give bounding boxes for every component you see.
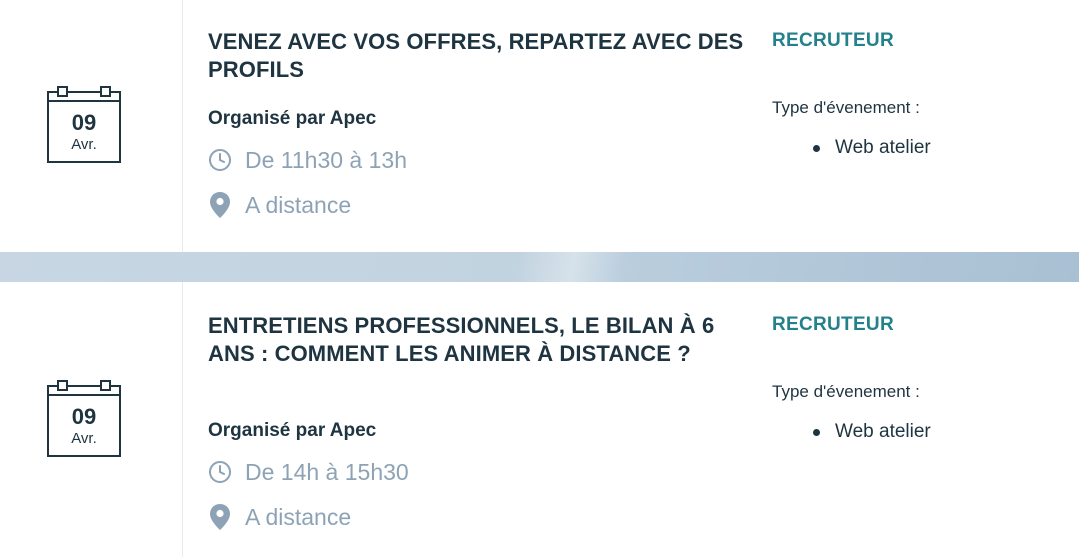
bullet-icon bbox=[813, 429, 820, 436]
event-title[interactable]: VENEZ AVEC VOS OFFRES, REPARTEZ AVEC DES… bbox=[208, 28, 758, 84]
event-location-text: A distance bbox=[245, 504, 352, 530]
event-time: De 14h à 15h30 bbox=[208, 458, 409, 486]
audience-tag: RECRUTEUR bbox=[772, 30, 894, 51]
event-month: Avr. bbox=[71, 430, 97, 447]
event-time-text: De 11h30 à 13h bbox=[245, 147, 407, 173]
event-organizer: Organisé par Apec bbox=[208, 420, 377, 441]
event-type-label: Type d'évenement : bbox=[772, 98, 920, 117]
event-title[interactable]: ENTRETIENS PROFESSIONNELS, LE BILAN À 6 … bbox=[208, 312, 758, 368]
calendar-date-badge: 09 Avr. bbox=[47, 86, 121, 163]
event-list: 09 Avr. VENEZ AVEC VOS OFFRES, REPARTEZ … bbox=[0, 0, 1079, 557]
event-date-column: 09 Avr. bbox=[0, 282, 183, 557]
clock-icon bbox=[208, 146, 232, 174]
event-month: Avr. bbox=[71, 136, 97, 153]
event-card[interactable]: 09 Avr. ENTRETIENS PROFESSIONNELS, LE BI… bbox=[0, 282, 1079, 557]
event-day: 09 bbox=[71, 404, 97, 429]
event-type-item: Web atelier bbox=[808, 136, 931, 160]
map-pin-icon bbox=[208, 503, 232, 531]
event-date-column: 09 Avr. bbox=[0, 0, 183, 252]
event-location-text: A distance bbox=[245, 192, 352, 218]
card-separator bbox=[0, 252, 1079, 282]
audience-tag: RECRUTEUR bbox=[772, 314, 894, 335]
event-card[interactable]: 09 Avr. VENEZ AVEC VOS OFFRES, REPARTEZ … bbox=[0, 0, 1079, 252]
event-time: De 11h30 à 13h bbox=[208, 146, 407, 174]
bullet-icon bbox=[813, 145, 820, 152]
calendar-date-badge: 09 Avr. bbox=[47, 380, 121, 457]
event-type-label: Type d'évenement : bbox=[772, 382, 920, 401]
event-type-list: Web atelier bbox=[808, 420, 931, 444]
map-pin-icon bbox=[208, 191, 232, 219]
event-type-item: Web atelier bbox=[808, 420, 931, 444]
event-day: 09 bbox=[71, 110, 97, 135]
event-type-list: Web atelier bbox=[808, 136, 931, 160]
event-location: A distance bbox=[208, 503, 351, 531]
clock-icon bbox=[208, 458, 232, 486]
event-location: A distance bbox=[208, 191, 351, 219]
event-organizer: Organisé par Apec bbox=[208, 108, 377, 129]
event-time-text: De 14h à 15h30 bbox=[245, 459, 409, 485]
